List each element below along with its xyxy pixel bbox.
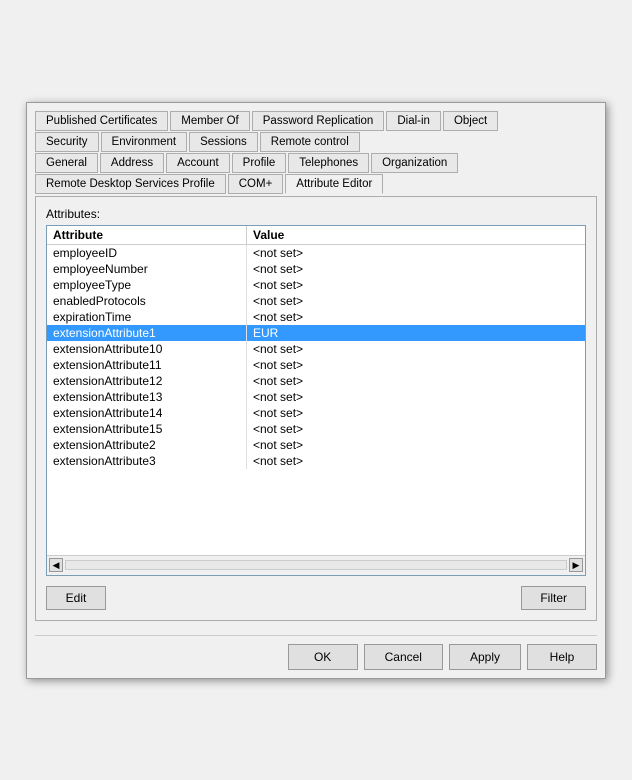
tab-object[interactable]: Object	[443, 111, 498, 131]
tab-attribute-editor[interactable]: Attribute Editor	[285, 174, 383, 194]
cell-attribute-4: expirationTime	[47, 309, 247, 325]
tab-row-1: Published Certificates Member Of Passwor…	[35, 111, 597, 130]
cell-value-0: <not set>	[247, 245, 585, 261]
cell-value-7: <not set>	[247, 357, 585, 373]
scroll-right-button[interactable]: ▶	[569, 558, 583, 572]
tab-remote-control[interactable]: Remote control	[260, 132, 360, 152]
scroll-track[interactable]	[65, 560, 567, 570]
tab-profile[interactable]: Profile	[232, 153, 287, 173]
edit-filter-row: Edit Filter	[46, 586, 586, 610]
cell-attribute-11: extensionAttribute15	[47, 421, 247, 437]
cell-value-13: <not set>	[247, 453, 585, 469]
tab-telephones[interactable]: Telephones	[288, 153, 369, 173]
cell-attribute-5: extensionAttribute1	[47, 325, 247, 341]
apply-button[interactable]: Apply	[449, 644, 521, 670]
tab-published-certificates[interactable]: Published Certificates	[35, 111, 168, 131]
header-attribute: Attribute	[47, 226, 247, 244]
cell-value-4: <not set>	[247, 309, 585, 325]
table-row[interactable]: expirationTime<not set>	[47, 309, 585, 325]
cell-attribute-8: extensionAttribute12	[47, 373, 247, 389]
cell-attribute-10: extensionAttribute14	[47, 405, 247, 421]
cell-attribute-6: extensionAttribute10	[47, 341, 247, 357]
cell-attribute-12: extensionAttribute2	[47, 437, 247, 453]
cell-value-11: <not set>	[247, 421, 585, 437]
cell-attribute-9: extensionAttribute13	[47, 389, 247, 405]
table-row[interactable]: employeeNumber<not set>	[47, 261, 585, 277]
tab-password-replication[interactable]: Password Replication	[252, 111, 385, 131]
tab-security[interactable]: Security	[35, 132, 99, 152]
dialog-window: Published Certificates Member Of Passwor…	[26, 102, 606, 679]
cell-value-1: <not set>	[247, 261, 585, 277]
tab-account[interactable]: Account	[166, 153, 230, 173]
table-scroll-area[interactable]: employeeID<not set>employeeNumber<not se…	[47, 245, 585, 555]
tab-address[interactable]: Address	[100, 153, 164, 173]
header-value: Value	[247, 226, 585, 244]
ok-button[interactable]: OK	[288, 644, 358, 670]
cell-attribute-0: employeeID	[47, 245, 247, 261]
tabs-container: Published Certificates Member Of Passwor…	[35, 111, 597, 193]
attributes-table: Attribute Value employeeID<not set>emplo…	[46, 225, 586, 576]
tab-row-4: Remote Desktop Services Profile COM+ Att…	[35, 174, 597, 193]
table-row[interactable]: extensionAttribute2<not set>	[47, 437, 585, 453]
horizontal-scrollbar[interactable]: ◀ ▶	[47, 555, 585, 575]
cell-attribute-1: employeeNumber	[47, 261, 247, 277]
table-row[interactable]: employeeID<not set>	[47, 245, 585, 261]
table-row[interactable]: extensionAttribute14<not set>	[47, 405, 585, 421]
table-row[interactable]: extensionAttribute11<not set>	[47, 357, 585, 373]
edit-button[interactable]: Edit	[46, 586, 106, 610]
tab-row-2: Security Environment Sessions Remote con…	[35, 132, 597, 151]
table-row[interactable]: extensionAttribute13<not set>	[47, 389, 585, 405]
cell-value-6: <not set>	[247, 341, 585, 357]
tab-environment[interactable]: Environment	[101, 132, 188, 152]
filter-button[interactable]: Filter	[521, 586, 586, 610]
table-row[interactable]: employeeType<not set>	[47, 277, 585, 293]
table-row[interactable]: extensionAttribute1EUR	[47, 325, 585, 341]
cell-attribute-3: enabledProtocols	[47, 293, 247, 309]
tab-general[interactable]: General	[35, 153, 98, 173]
tab-row-3: General Address Account Profile Telephon…	[35, 153, 597, 172]
cell-value-10: <not set>	[247, 405, 585, 421]
scroll-left-button[interactable]: ◀	[49, 558, 63, 572]
cell-value-8: <not set>	[247, 373, 585, 389]
help-button[interactable]: Help	[527, 644, 597, 670]
table-row[interactable]: extensionAttribute15<not set>	[47, 421, 585, 437]
cell-value-12: <not set>	[247, 437, 585, 453]
cell-value-3: <not set>	[247, 293, 585, 309]
tab-dial-in[interactable]: Dial-in	[386, 111, 441, 131]
table-row[interactable]: extensionAttribute10<not set>	[47, 341, 585, 357]
tab-com-plus[interactable]: COM+	[228, 174, 284, 194]
cell-value-9: <not set>	[247, 389, 585, 405]
cell-value-5: EUR	[247, 325, 585, 341]
cell-attribute-13: extensionAttribute3	[47, 453, 247, 469]
tab-organization[interactable]: Organization	[371, 153, 458, 173]
table-row[interactable]: extensionAttribute12<not set>	[47, 373, 585, 389]
tab-content-area: Attributes: Attribute Value employeeID<n…	[35, 196, 597, 621]
cell-value-2: <not set>	[247, 277, 585, 293]
table-row[interactable]: extensionAttribute3<not set>	[47, 453, 585, 469]
cancel-button[interactable]: Cancel	[364, 644, 443, 670]
table-row[interactable]: enabledProtocols<not set>	[47, 293, 585, 309]
cell-attribute-7: extensionAttribute11	[47, 357, 247, 373]
tab-sessions[interactable]: Sessions	[189, 132, 258, 152]
cell-attribute-2: employeeType	[47, 277, 247, 293]
tab-remote-desktop-services-profile[interactable]: Remote Desktop Services Profile	[35, 174, 226, 194]
attributes-label: Attributes:	[46, 207, 586, 221]
table-header: Attribute Value	[47, 226, 585, 245]
dialog-footer: OK Cancel Apply Help	[35, 635, 597, 670]
tab-member-of[interactable]: Member Of	[170, 111, 250, 131]
